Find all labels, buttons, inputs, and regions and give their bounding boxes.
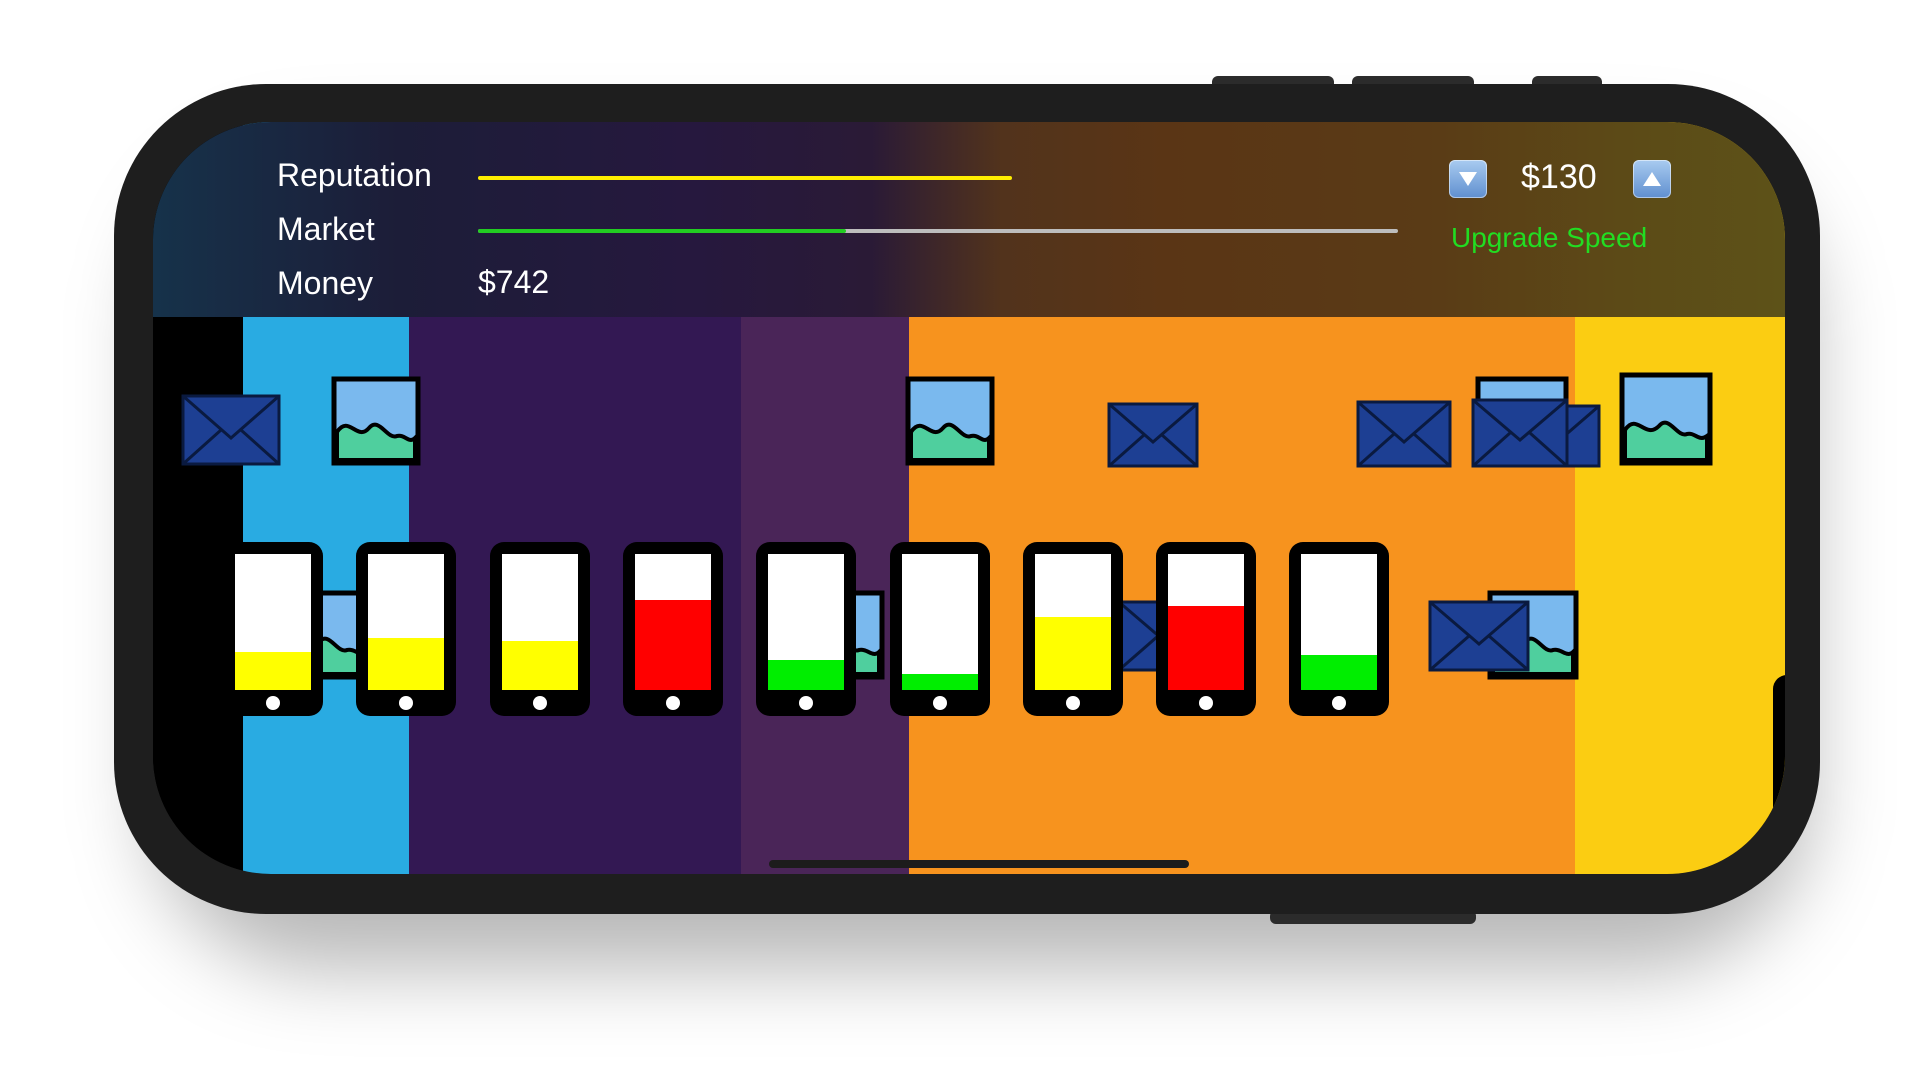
- phone-fill-level: [768, 660, 844, 690]
- phone-screen: [1035, 554, 1111, 690]
- game-screen: Reputation Market Money $742 $130 Upgrad…: [153, 122, 1785, 874]
- envelope-icon: [1471, 398, 1569, 473]
- decrease-price-button[interactable]: [1449, 160, 1487, 198]
- customer-phone: [1023, 542, 1123, 716]
- phone-fill-level: [902, 674, 978, 690]
- phone-screen: [502, 554, 578, 690]
- customer-phone: [356, 542, 456, 716]
- image-icon: [331, 376, 421, 471]
- customer-phone: [756, 542, 856, 716]
- phone-screen: [368, 554, 444, 690]
- image-icon: [1619, 372, 1713, 471]
- upgrade-speed-button[interactable]: Upgrade Speed: [1451, 222, 1647, 254]
- phone-fill-level: [368, 638, 444, 690]
- reputation-bar-fill: [478, 176, 1012, 180]
- customer-phone: [1156, 542, 1256, 716]
- customer-phone: [890, 542, 990, 716]
- phone-home-button: [933, 696, 947, 710]
- customer-phone: [1289, 542, 1389, 716]
- phone-home-button: [666, 696, 680, 710]
- customer-phone: [223, 542, 323, 716]
- envelope-icon: [181, 394, 281, 471]
- phone-screen: [635, 554, 711, 690]
- envelope-icon: [1107, 402, 1199, 473]
- phone-home-button: [533, 696, 547, 710]
- phone-home-button: [399, 696, 413, 710]
- money-label: Money: [277, 265, 374, 301]
- envelope-icon: [1428, 600, 1530, 677]
- phone-home-button: [1332, 696, 1346, 710]
- reputation-label: Reputation: [277, 157, 432, 193]
- money-value: $742: [478, 264, 550, 300]
- reputation-bar: [478, 176, 1398, 180]
- phone-fill-level: [502, 641, 578, 690]
- phone-screen: [235, 554, 311, 690]
- customer-phone: [623, 542, 723, 716]
- phone-fill-level: [1035, 617, 1111, 690]
- phone-home-button: [799, 696, 813, 710]
- envelope-icon: [1356, 400, 1452, 473]
- increase-price-button[interactable]: [1633, 160, 1671, 198]
- home-indicator: [769, 860, 1189, 868]
- price-value: $130: [1521, 158, 1597, 196]
- phone-home-button: [266, 696, 280, 710]
- triangle-up-icon: [1643, 172, 1661, 186]
- phone-screen: [1168, 554, 1244, 690]
- market-bar: [478, 229, 1398, 233]
- image-icon: [905, 376, 995, 471]
- phone-fill-level: [235, 652, 311, 690]
- customer-phone-edge: [1773, 675, 1785, 849]
- phone-home-button: [1199, 696, 1213, 710]
- phone-screen: [768, 554, 844, 690]
- customer-phone: [490, 542, 590, 716]
- hud-panel: Reputation Market Money $742 $130 Upgrad…: [153, 122, 1785, 317]
- phone-fill-level: [1168, 606, 1244, 690]
- phone-fill-level: [635, 600, 711, 690]
- market-bar-fill: [478, 229, 846, 233]
- phone-home-button: [1066, 696, 1080, 710]
- phone-screen: [902, 554, 978, 690]
- triangle-down-icon: [1459, 172, 1477, 186]
- phone-fill-level: [1301, 655, 1377, 690]
- phone-screen: [1301, 554, 1377, 690]
- market-label: Market: [277, 211, 375, 247]
